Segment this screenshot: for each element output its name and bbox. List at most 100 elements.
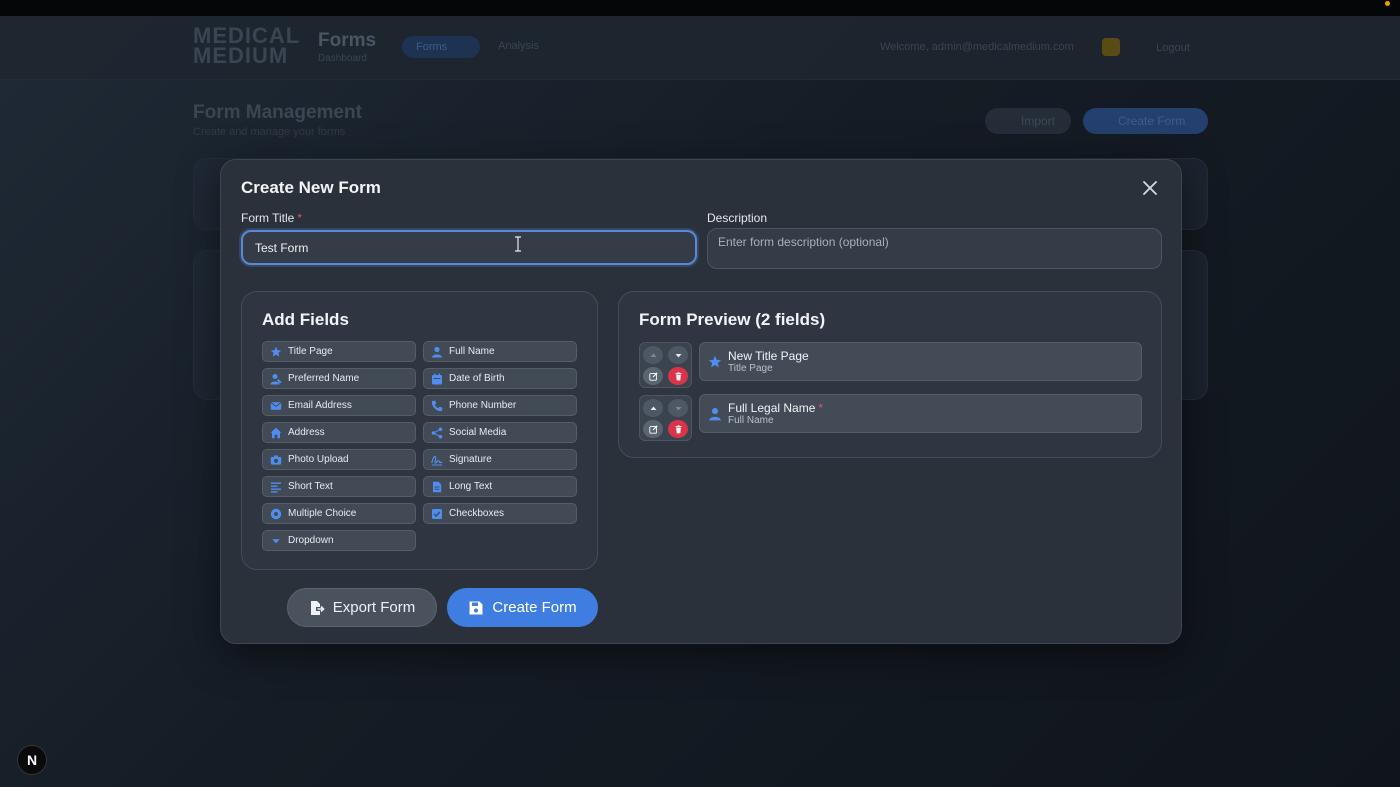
move-up-button[interactable]	[643, 346, 663, 364]
camera-icon	[269, 453, 282, 466]
preview-field-name: Full Legal Name *	[728, 401, 823, 415]
field-label: Title Page	[288, 346, 333, 357]
create-form-button[interactable]: Create Form	[447, 588, 598, 627]
app-header: MEDICAL MEDIUM Forms Dashboard Forms Ana…	[0, 16, 1400, 80]
add-field-title-page[interactable]: Title Page	[262, 341, 416, 362]
phone-icon	[430, 399, 443, 412]
star-icon	[269, 345, 282, 358]
person-tag-icon	[269, 372, 282, 385]
description-label: Description	[707, 211, 768, 225]
import-button[interactable]: Import	[985, 108, 1071, 134]
theme-toggle[interactable]	[1102, 38, 1120, 56]
add-field-signature[interactable]: Signature	[423, 449, 577, 470]
field-label: Social Media	[449, 427, 507, 438]
nav-analysis[interactable]: Analysis	[498, 40, 539, 52]
move-up-button[interactable]	[643, 399, 663, 417]
form-title-label-text: Form Title	[241, 211, 295, 225]
field-label: Dropdown	[288, 535, 334, 546]
close-icon[interactable]	[1141, 179, 1159, 197]
signature-icon	[430, 453, 443, 466]
lines-icon	[269, 480, 282, 493]
add-field-checkboxes[interactable]: Checkboxes	[423, 503, 577, 524]
required-mark: *	[818, 401, 824, 415]
add-fields-title: Add Fields	[262, 310, 349, 329]
add-field-full-name[interactable]: Full Name	[423, 341, 577, 362]
field-label: Phone Number	[449, 400, 517, 411]
caret-down-icon	[269, 534, 282, 547]
field-controls	[639, 395, 692, 441]
save-icon	[469, 601, 483, 614]
app-title: Forms	[318, 30, 377, 51]
page-title: Form Management	[193, 102, 362, 123]
preview-field-item[interactable]: Full Legal Name * Full Name	[699, 394, 1142, 433]
field-controls	[639, 342, 692, 388]
trash-icon	[675, 371, 681, 380]
move-down-button[interactable]	[668, 399, 688, 417]
caret-down-icon	[675, 406, 681, 410]
delete-field-button[interactable]	[668, 420, 688, 438]
add-field-email-address[interactable]: Email Address	[262, 395, 416, 416]
welcome-text: Welcome, admin@medicalmedium.com	[880, 41, 1074, 53]
add-field-photo-upload[interactable]: Photo Upload	[262, 449, 416, 470]
field-label: Preferred Name	[288, 373, 360, 384]
star-icon	[708, 355, 722, 369]
create-form-modal: Create New Form Form Title* Description …	[220, 159, 1182, 644]
logo[interactable]: MEDICAL MEDIUM	[193, 25, 308, 67]
top-bar	[0, 0, 1400, 16]
field-label: Short Text	[288, 481, 333, 492]
person-icon	[708, 407, 722, 421]
add-field-phone-number[interactable]: Phone Number	[423, 395, 577, 416]
field-label: Address	[288, 427, 325, 438]
add-field-social-media[interactable]: Social Media	[423, 422, 577, 443]
document-icon	[430, 480, 443, 493]
dev-tools-badge[interactable]: N	[17, 745, 47, 775]
delete-field-button[interactable]	[668, 367, 688, 385]
form-preview-panel: Form Preview (2 fields) New Title Page T…	[618, 291, 1162, 458]
preview-field-name: New Title Page	[728, 349, 809, 363]
envelope-icon	[269, 399, 282, 412]
preview-field-name-text: Full Legal Name	[728, 401, 816, 415]
preview-field-type: Title Page	[728, 363, 773, 374]
caret-down-icon	[675, 353, 681, 357]
form-preview-title: Form Preview (2 fields)	[639, 310, 826, 329]
nav-forms[interactable]: Forms	[402, 36, 480, 58]
add-fields-panel: Add Fields Title Page Full Name Preferre…	[241, 291, 598, 570]
caret-up-icon	[650, 406, 656, 410]
field-label: Full Name	[449, 346, 495, 357]
text-cursor-icon	[513, 236, 523, 252]
required-mark: *	[297, 211, 303, 225]
status-dot	[1385, 1, 1390, 6]
home-icon	[269, 426, 282, 439]
field-label: Checkboxes	[449, 508, 505, 519]
logout-button[interactable]: Logout	[1142, 38, 1204, 58]
add-field-dropdown[interactable]: Dropdown	[262, 530, 416, 551]
preview-field-item[interactable]: New Title Page Title Page	[699, 342, 1142, 381]
form-title-input[interactable]	[241, 230, 697, 265]
field-label: Long Text	[449, 481, 493, 492]
add-field-address[interactable]: Address	[262, 422, 416, 443]
edit-icon	[648, 371, 658, 381]
create-form-label: Create Form	[492, 599, 577, 616]
field-label: Date of Birth	[449, 373, 505, 384]
move-down-button[interactable]	[668, 346, 688, 364]
description-input[interactable]	[707, 228, 1162, 269]
radio-icon	[269, 507, 282, 520]
preview-field-type: Full Name	[728, 415, 774, 426]
add-field-long-text[interactable]: Long Text	[423, 476, 577, 497]
field-label: Photo Upload	[288, 454, 349, 465]
caret-up-icon	[650, 353, 656, 357]
add-field-preferred-name[interactable]: Preferred Name	[262, 368, 416, 389]
checkbox-icon	[430, 507, 443, 520]
page-subtitle: Create and manage your forms	[193, 126, 346, 138]
export-form-button[interactable]: Export Form	[287, 588, 437, 627]
add-field-short-text[interactable]: Short Text	[262, 476, 416, 497]
share-icon	[430, 426, 443, 439]
field-label: Email Address	[288, 400, 352, 411]
add-field-multiple-choice[interactable]: Multiple Choice	[262, 503, 416, 524]
edit-field-button[interactable]	[643, 367, 663, 385]
person-icon	[430, 345, 443, 358]
field-label: Signature	[449, 454, 492, 465]
add-field-date-of-birth[interactable]: Date of Birth	[423, 368, 577, 389]
create-form-header-button[interactable]: Create Form	[1083, 108, 1208, 134]
edit-field-button[interactable]	[643, 420, 663, 438]
